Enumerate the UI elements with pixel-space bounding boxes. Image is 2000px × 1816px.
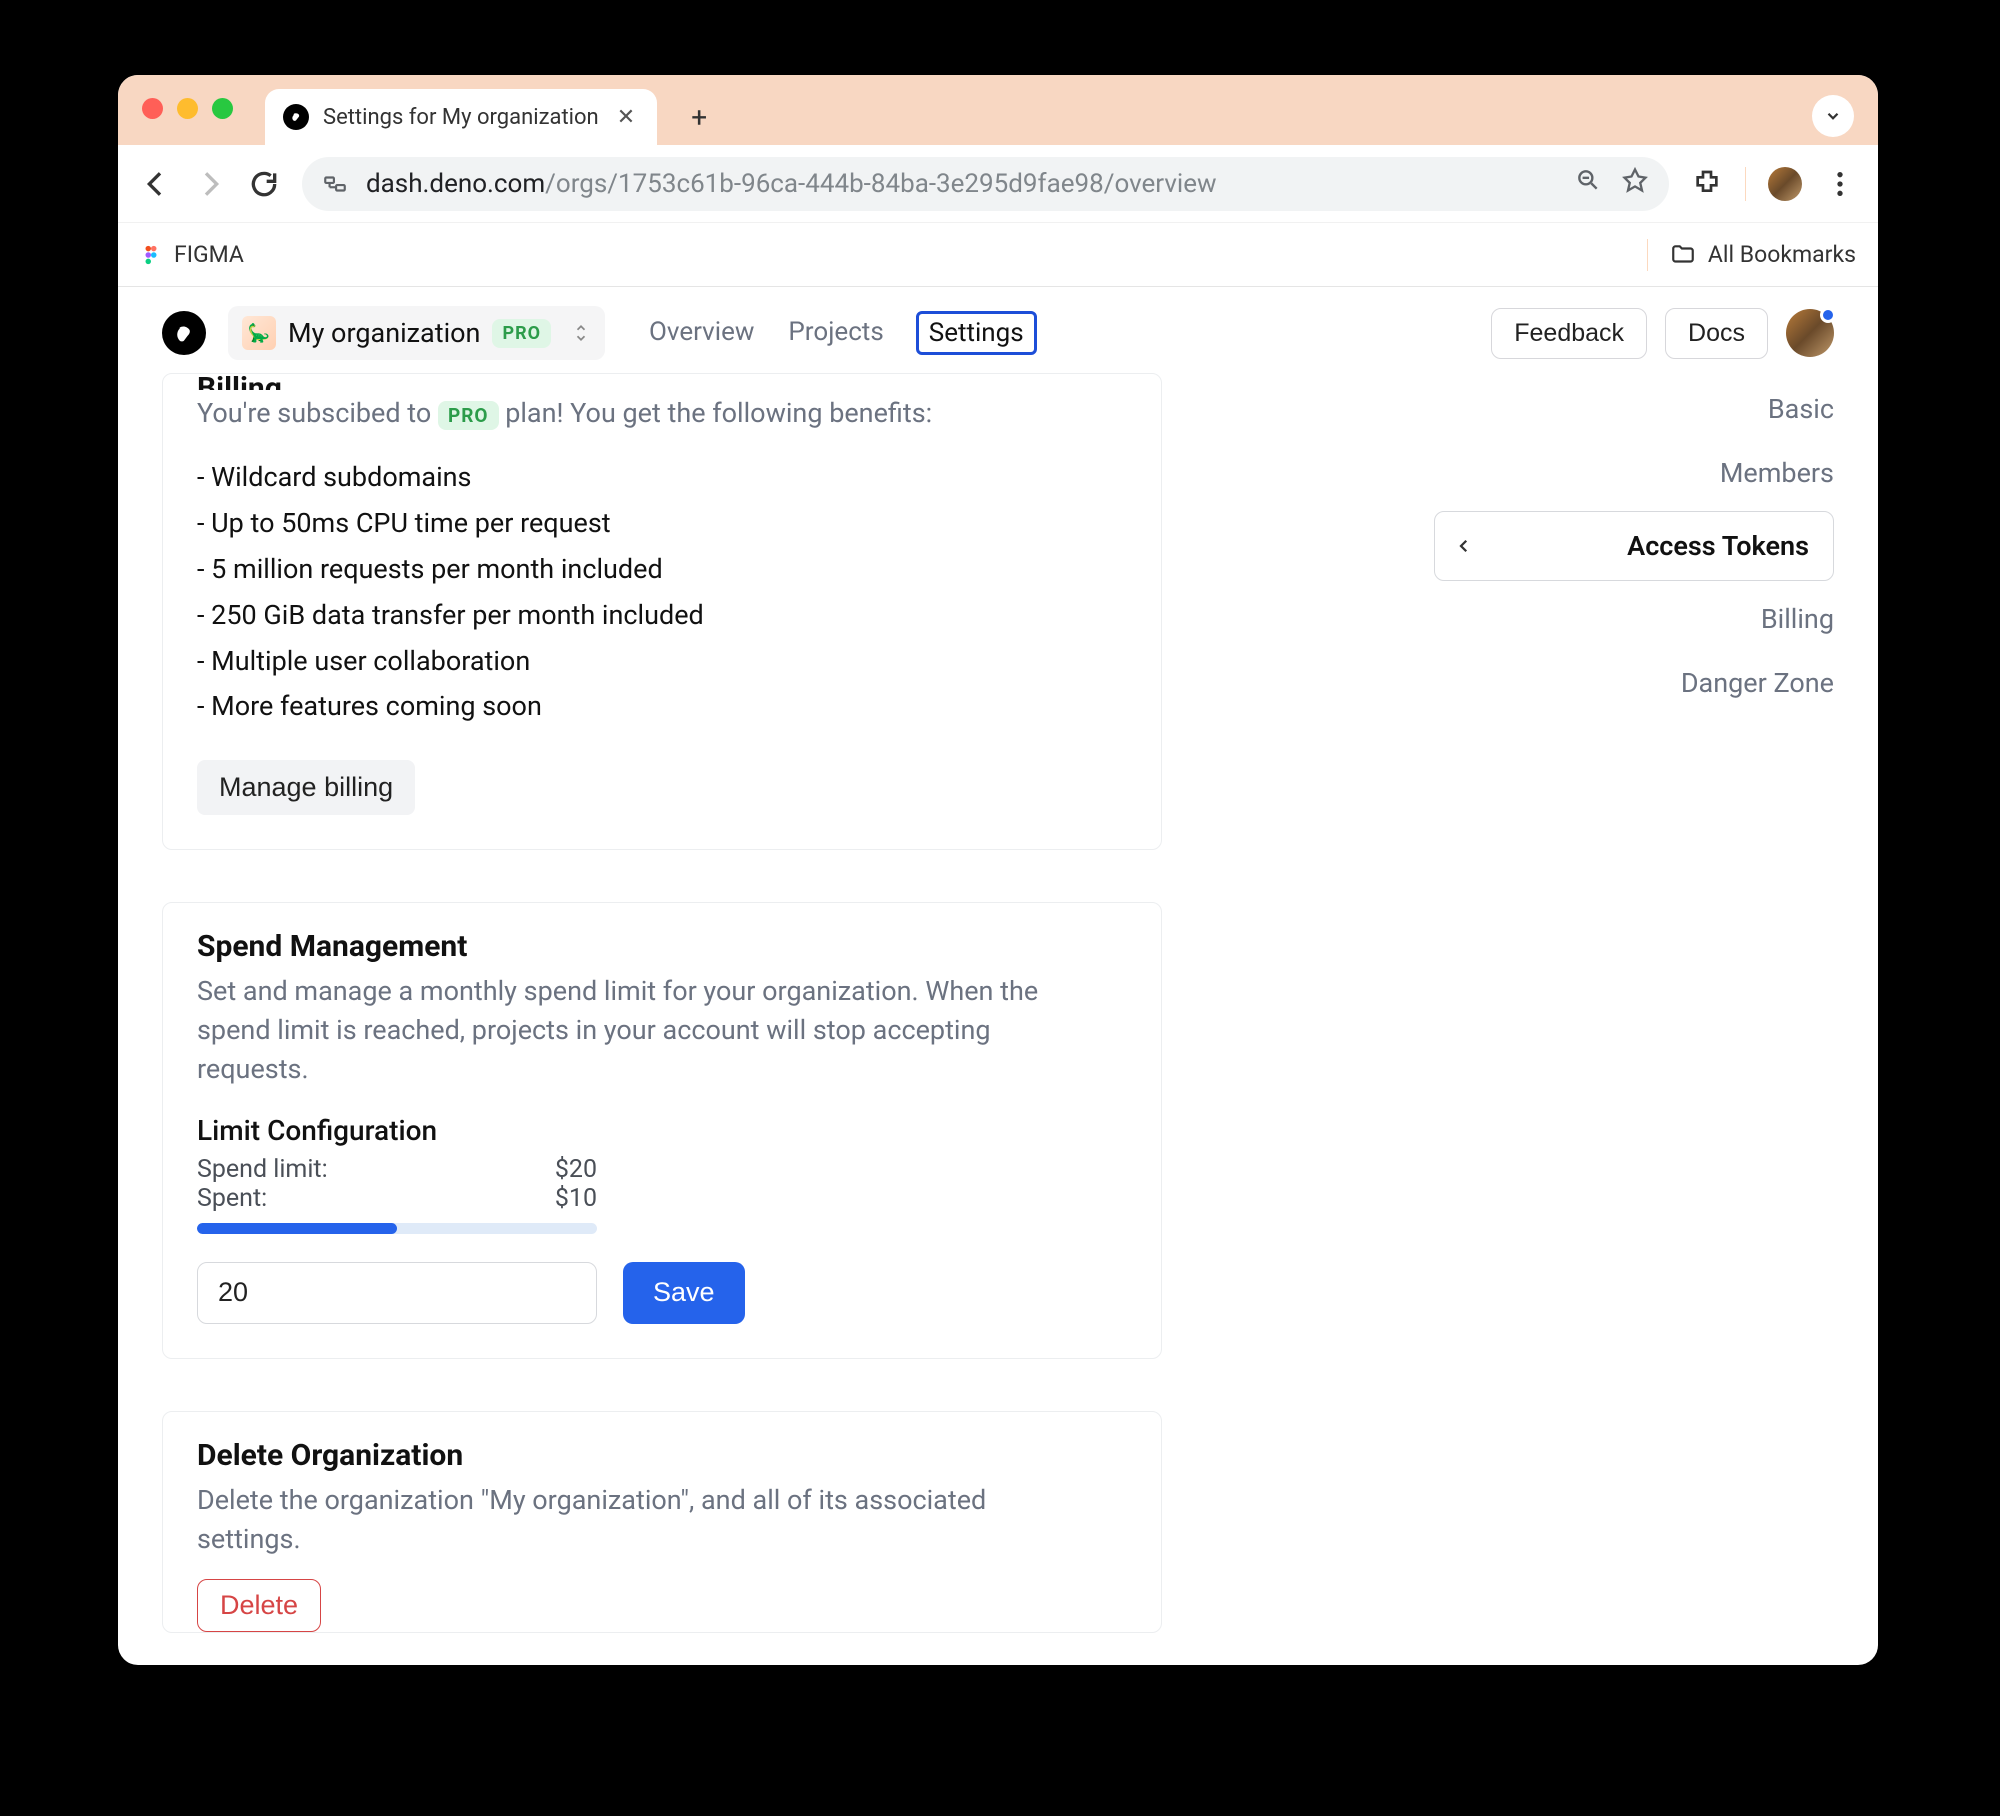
section-nav-billing[interactable]: Billing — [1761, 593, 1834, 645]
profile-avatar[interactable] — [1768, 167, 1802, 201]
benefit-item: - Wildcard subdomains — [197, 457, 1127, 499]
bookmarks-bar: FIGMA All Bookmarks — [118, 223, 1878, 287]
spend-limit-value: $20 — [555, 1155, 597, 1184]
section-nav-members[interactable]: Members — [1720, 447, 1834, 499]
new-tab-button[interactable]: + — [679, 97, 719, 137]
tab-title: Settings for My organization — [323, 105, 599, 130]
org-icon: 🦕 — [242, 316, 276, 350]
toolbar-divider — [1745, 167, 1746, 201]
benefits-list: - Wildcard subdomains - Up to 50ms CPU t… — [197, 457, 1127, 728]
spend-limit-row: Spend limit: $20 — [197, 1155, 597, 1184]
save-button[interactable]: Save — [623, 1262, 745, 1324]
spent-row: Spent: $10 — [197, 1184, 597, 1213]
primary-nav: Overview Projects Settings — [647, 311, 1037, 355]
spend-limit-label: Spend limit: — [197, 1155, 328, 1184]
reload-button[interactable] — [248, 168, 280, 200]
nav-projects[interactable]: Projects — [786, 311, 885, 355]
delete-desc: Delete the organization "My organization… — [197, 1481, 1047, 1559]
figma-icon — [140, 244, 162, 266]
deno-logo-icon[interactable] — [162, 311, 206, 355]
url-text: dash.deno.com/orgs/1753c61b-96ca-444b-84… — [366, 169, 1217, 199]
delete-title: Delete Organization — [197, 1438, 1127, 1473]
browser-menu-icon[interactable] — [1824, 168, 1856, 200]
browser-tab[interactable]: Settings for My organization ✕ — [265, 89, 657, 145]
folder-icon — [1670, 242, 1696, 268]
site-info-icon[interactable] — [322, 171, 348, 197]
spend-management-card: Spend Management Set and manage a monthl… — [162, 902, 1162, 1358]
benefit-item: - More features coming soon — [197, 686, 1127, 728]
content-area: Billing You're subscibed to PRO plan! Yo… — [118, 379, 1878, 1665]
section-nav-basic[interactable]: Basic — [1768, 383, 1834, 435]
delete-button[interactable]: Delete — [197, 1579, 321, 1632]
benefit-item: - Multiple user collaboration — [197, 641, 1127, 683]
org-switch-chevrons-icon — [571, 323, 591, 343]
spent-value: $10 — [555, 1184, 597, 1213]
minimize-window-button[interactable] — [177, 98, 198, 119]
org-name: My organization — [288, 317, 480, 349]
pro-badge: PRO — [492, 319, 551, 348]
spend-desc: Set and manage a monthly spend limit for… — [197, 972, 1047, 1089]
tab-overflow-button[interactable] — [1812, 95, 1854, 137]
spend-progress-fill — [197, 1223, 397, 1234]
manage-billing-button[interactable]: Manage billing — [197, 760, 415, 815]
benefit-item: - 5 million requests per month included — [197, 549, 1127, 591]
bookmark-star-icon[interactable] — [1621, 166, 1649, 201]
spend-limit-input[interactable] — [197, 1262, 597, 1324]
feedback-button[interactable]: Feedback — [1491, 308, 1647, 359]
nav-settings[interactable]: Settings — [916, 311, 1037, 355]
org-switcher[interactable]: 🦕 My organization PRO — [228, 306, 605, 360]
docs-button[interactable]: Docs — [1665, 308, 1768, 359]
billing-card: Billing You're subscibed to PRO plan! Yo… — [162, 373, 1162, 850]
deno-favicon-icon — [283, 104, 309, 130]
zoom-icon[interactable] — [1575, 167, 1601, 200]
figma-bookmark[interactable]: FIGMA — [140, 241, 244, 268]
browser-window: Settings for My organization ✕ + dash.de… — [118, 75, 1878, 1665]
section-nav-danger-zone[interactable]: Danger Zone — [1681, 657, 1834, 709]
spend-progress-bar — [197, 1223, 597, 1234]
close-window-button[interactable] — [142, 98, 163, 119]
limit-config-title: Limit Configuration — [197, 1114, 1127, 1147]
address-bar[interactable]: dash.deno.com/orgs/1753c61b-96ca-444b-84… — [302, 157, 1669, 211]
extensions-icon[interactable] — [1691, 168, 1723, 200]
benefit-item: - 250 GiB data transfer per month includ… — [197, 595, 1127, 637]
delete-org-card: Delete Organization Delete the organizat… — [162, 1411, 1162, 1633]
billing-subtext: You're subscibed to PRO plan! You get th… — [197, 394, 1127, 433]
back-button[interactable] — [140, 168, 172, 200]
benefit-item: - Up to 50ms CPU time per request — [197, 503, 1127, 545]
browser-toolbar: dash.deno.com/orgs/1753c61b-96ca-444b-84… — [118, 145, 1878, 223]
spend-title: Spend Management — [197, 929, 1127, 964]
bookmarks-divider — [1647, 239, 1648, 271]
chevron-left-icon — [1455, 530, 1473, 562]
all-bookmarks-button[interactable]: All Bookmarks — [1670, 241, 1856, 268]
section-nav-access-tokens[interactable]: Access Tokens — [1434, 511, 1834, 581]
notification-dot — [1820, 307, 1836, 323]
app-header: 🦕 My organization PRO Overview Projects … — [118, 287, 1878, 379]
close-tab-icon[interactable]: ✕ — [613, 101, 639, 134]
maximize-window-button[interactable] — [212, 98, 233, 119]
settings-section-nav: Basic Members Access Tokens Billing Dang… — [1434, 383, 1834, 709]
user-avatar[interactable] — [1786, 309, 1834, 357]
tab-strip: Settings for My organization ✕ + — [118, 75, 1878, 145]
forward-button[interactable] — [194, 168, 226, 200]
nav-overview[interactable]: Overview — [647, 311, 756, 355]
window-controls — [142, 75, 233, 145]
pro-badge-inline: PRO — [438, 401, 499, 430]
spent-label: Spent: — [197, 1184, 267, 1213]
billing-title: Billing — [197, 374, 1127, 390]
